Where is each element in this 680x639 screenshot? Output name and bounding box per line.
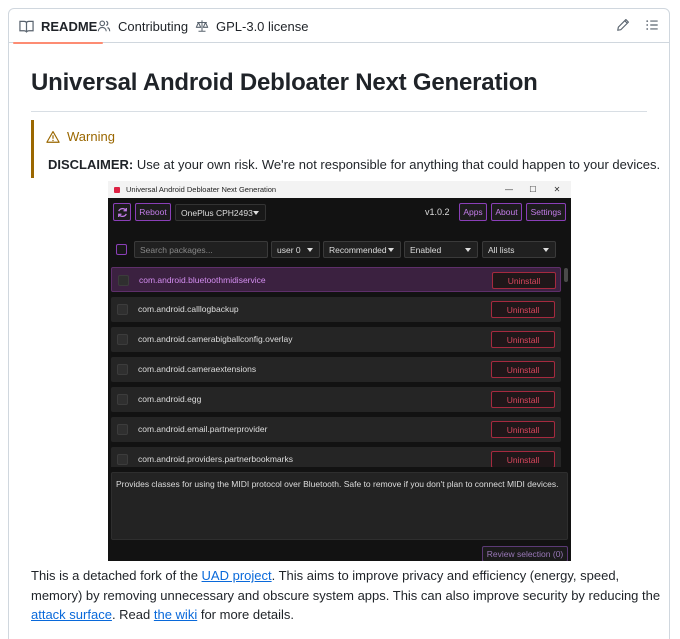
readme-panel: README Contributing GPL-3.0 license Univ… bbox=[8, 8, 670, 639]
active-tab-indicator bbox=[13, 42, 104, 44]
list-unordered-icon bbox=[646, 20, 658, 30]
chevron-down-icon bbox=[543, 248, 549, 252]
package-checkbox[interactable] bbox=[117, 424, 128, 435]
package-checkbox[interactable] bbox=[117, 364, 128, 375]
tab-license-label: GPL-3.0 license bbox=[216, 18, 309, 34]
disclaimer-label: DISCLAIMER: bbox=[48, 157, 134, 172]
package-checkbox[interactable] bbox=[118, 275, 129, 286]
chevron-down-icon bbox=[388, 248, 394, 252]
package-list-scrollbar[interactable] bbox=[564, 268, 568, 466]
package-name: com.android.calllogbackup bbox=[138, 304, 239, 314]
app-logo-icon bbox=[114, 186, 120, 193]
chevron-down-icon bbox=[307, 248, 313, 252]
user-select-value: user 0 bbox=[277, 244, 301, 255]
uninstall-button[interactable]: Uninstall bbox=[491, 331, 555, 348]
minimize-icon[interactable]: — bbox=[497, 181, 521, 198]
law-scale-icon bbox=[195, 20, 209, 32]
state-select[interactable]: Enabled bbox=[404, 241, 478, 258]
readme-tabbar: README Contributing GPL-3.0 license bbox=[9, 9, 669, 44]
package-name: com.android.email.partnerprovider bbox=[138, 424, 268, 434]
package-row[interactable]: com.android.calllogbackup Uninstall bbox=[111, 297, 561, 322]
about-button[interactable]: About bbox=[491, 203, 522, 221]
package-name: com.android.camerabigballconfig.overlay bbox=[138, 334, 293, 344]
settings-button[interactable]: Settings bbox=[526, 203, 566, 221]
chevron-down-icon bbox=[253, 211, 259, 215]
package-checkbox[interactable] bbox=[117, 304, 128, 315]
alert-icon bbox=[46, 130, 60, 143]
apps-button[interactable]: Apps bbox=[459, 203, 487, 221]
uninstall-button[interactable]: Uninstall bbox=[491, 451, 555, 467]
package-row[interactable]: com.android.providers.partnerbookmarks U… bbox=[111, 447, 561, 467]
warning-callout-title: Warning bbox=[46, 129, 115, 144]
intro-paragraph: This is a detached fork of the UAD proje… bbox=[31, 566, 661, 625]
outline-button[interactable] bbox=[645, 18, 661, 34]
title-divider bbox=[31, 111, 647, 112]
intro-text-3: . Read bbox=[111, 607, 154, 622]
warning-callout: Warning DISCLAIMER: Use at your own risk… bbox=[31, 120, 660, 178]
select-all-checkbox[interactable] bbox=[116, 244, 127, 255]
recommendation-select[interactable]: Recommended bbox=[323, 241, 401, 258]
page-title: Universal Android Debloater Next Generat… bbox=[31, 69, 538, 96]
package-name: com.android.bluetoothmidiservice bbox=[139, 275, 266, 285]
tab-contributing-label: Contributing bbox=[118, 18, 189, 34]
attack-surface-link[interactable]: attack surface bbox=[31, 607, 112, 622]
intro-text-4: for more details. bbox=[197, 607, 295, 622]
review-selection-button[interactable]: Review selection (0) bbox=[482, 546, 568, 561]
refresh-button[interactable] bbox=[113, 203, 131, 221]
package-row[interactable]: com.android.email.partnerprovider Uninst… bbox=[111, 417, 561, 442]
package-name: com.android.providers.partnerbookmarks bbox=[138, 454, 293, 464]
package-row[interactable]: com.android.cameraextensions Uninstall bbox=[111, 357, 561, 382]
uninstall-button[interactable]: Uninstall bbox=[492, 272, 556, 289]
app-titlebar: Universal Android Debloater Next Generat… bbox=[108, 181, 571, 198]
pencil-icon bbox=[617, 19, 629, 31]
close-icon[interactable]: ✕ bbox=[545, 181, 569, 198]
tab-contributing[interactable]: Contributing bbox=[97, 9, 188, 43]
reboot-button[interactable]: Reboot bbox=[135, 203, 171, 221]
book-icon bbox=[19, 20, 34, 33]
package-name: com.android.egg bbox=[138, 394, 202, 404]
app-screenshot: Universal Android Debloater Next Generat… bbox=[108, 181, 571, 561]
device-select-value: OnePlus CPH2493 bbox=[181, 207, 253, 218]
package-checkbox[interactable] bbox=[117, 394, 128, 405]
warning-title-text: Warning bbox=[67, 129, 115, 144]
user-select[interactable]: user 0 bbox=[271, 241, 320, 258]
package-row[interactable]: com.android.camerabigballconfig.overlay … bbox=[111, 327, 561, 352]
intro-text-1: This is a detached fork of the bbox=[31, 568, 202, 583]
edit-file-button[interactable] bbox=[616, 18, 632, 34]
disclaimer-text: DISCLAIMER: Use at your own risk. We're … bbox=[48, 157, 660, 172]
search-input[interactable] bbox=[134, 241, 268, 258]
list-select-value: All lists bbox=[488, 244, 515, 255]
uninstall-button[interactable]: Uninstall bbox=[491, 301, 555, 318]
list-select[interactable]: All lists bbox=[482, 241, 556, 258]
tab-readme[interactable]: README bbox=[13, 9, 104, 44]
scrollbar-thumb[interactable] bbox=[564, 268, 568, 282]
uninstall-button[interactable]: Uninstall bbox=[491, 391, 555, 408]
disclaimer-body: Use at your own risk. We're not responsi… bbox=[133, 157, 661, 172]
package-checkbox[interactable] bbox=[117, 454, 128, 465]
package-name: com.android.cameraextensions bbox=[138, 364, 257, 374]
device-select[interactable]: OnePlus CPH2493 bbox=[175, 204, 266, 221]
package-checkbox[interactable] bbox=[117, 334, 128, 345]
package-list: com.android.bluetoothmidiservice Uninsta… bbox=[111, 267, 561, 467]
tab-license[interactable]: GPL-3.0 license bbox=[195, 9, 309, 43]
uad-project-link[interactable]: UAD project bbox=[202, 568, 272, 583]
app-version: v1.0.2 bbox=[425, 207, 450, 217]
package-row[interactable]: com.android.bluetoothmidiservice Uninsta… bbox=[111, 267, 561, 292]
maximize-icon[interactable]: ☐ bbox=[521, 181, 545, 198]
app-window-title: Universal Android Debloater Next Generat… bbox=[126, 185, 277, 194]
uninstall-button[interactable]: Uninstall bbox=[491, 421, 555, 438]
package-description: Provides classes for using the MIDI prot… bbox=[111, 472, 568, 540]
uninstall-button[interactable]: Uninstall bbox=[491, 361, 555, 378]
tab-readme-label: README bbox=[41, 18, 98, 34]
recommendation-select-value: Recommended bbox=[329, 244, 387, 255]
people-icon bbox=[97, 20, 111, 32]
chevron-down-icon bbox=[465, 248, 471, 252]
refresh-icon bbox=[117, 207, 127, 217]
package-row[interactable]: com.android.egg Uninstall bbox=[111, 387, 561, 412]
state-select-value: Enabled bbox=[410, 244, 442, 255]
wiki-link[interactable]: the wiki bbox=[154, 607, 197, 622]
